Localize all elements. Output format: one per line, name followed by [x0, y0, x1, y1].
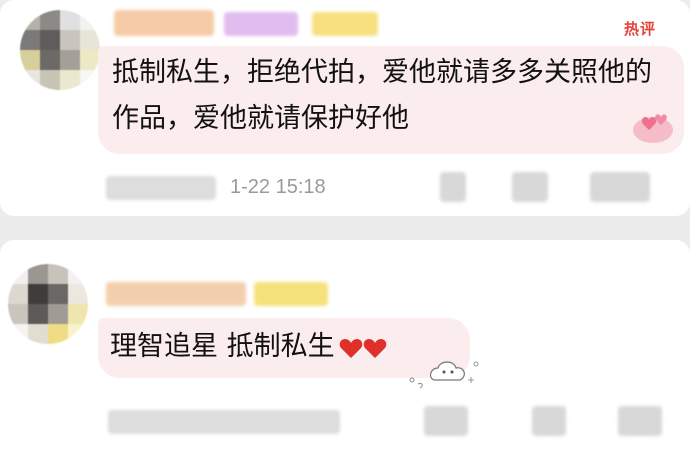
- comment-icon[interactable]: [532, 406, 566, 436]
- share-icon[interactable]: [440, 172, 466, 202]
- like-icon[interactable]: [590, 172, 650, 202]
- share-icon[interactable]: [424, 406, 468, 436]
- avatar-1[interactable]: [20, 10, 100, 90]
- badge-blurred: [254, 282, 328, 306]
- location-blurred: [106, 176, 216, 200]
- username-blurred[interactable]: [114, 10, 214, 36]
- heart-icon: [339, 339, 362, 358]
- comment-text: 理智追星 抵制私生: [110, 324, 387, 371]
- doodle-sticker-icon: [409, 361, 479, 389]
- location-blurred: [108, 410, 340, 434]
- heart-sticker-icon: [633, 114, 673, 143]
- badge-blurred: [224, 12, 298, 36]
- comment-text: 抵制私生，拒绝代拍，爱他就请多多关照他的作品，爱他就请保护好他: [112, 57, 652, 134]
- comment-card-1: 热评 抵制私生，拒绝代拍，爱他就请多多关照他的作品，爱他就请保护好他 1-22 …: [0, 0, 690, 216]
- comment-text-content: 理智追星 抵制私生: [110, 331, 335, 362]
- heart-icon: [363, 339, 386, 358]
- hot-comment-label: 热评: [623, 20, 656, 38]
- badge-blurred: [312, 12, 378, 36]
- comment-timestamp: 1-22 15:18: [230, 176, 326, 198]
- username-blurred[interactable]: [106, 282, 246, 306]
- comment-icon[interactable]: [512, 172, 548, 202]
- heart-emoji-pair: [339, 325, 387, 371]
- avatar-2[interactable]: [8, 264, 88, 344]
- like-icon[interactable]: [618, 406, 662, 436]
